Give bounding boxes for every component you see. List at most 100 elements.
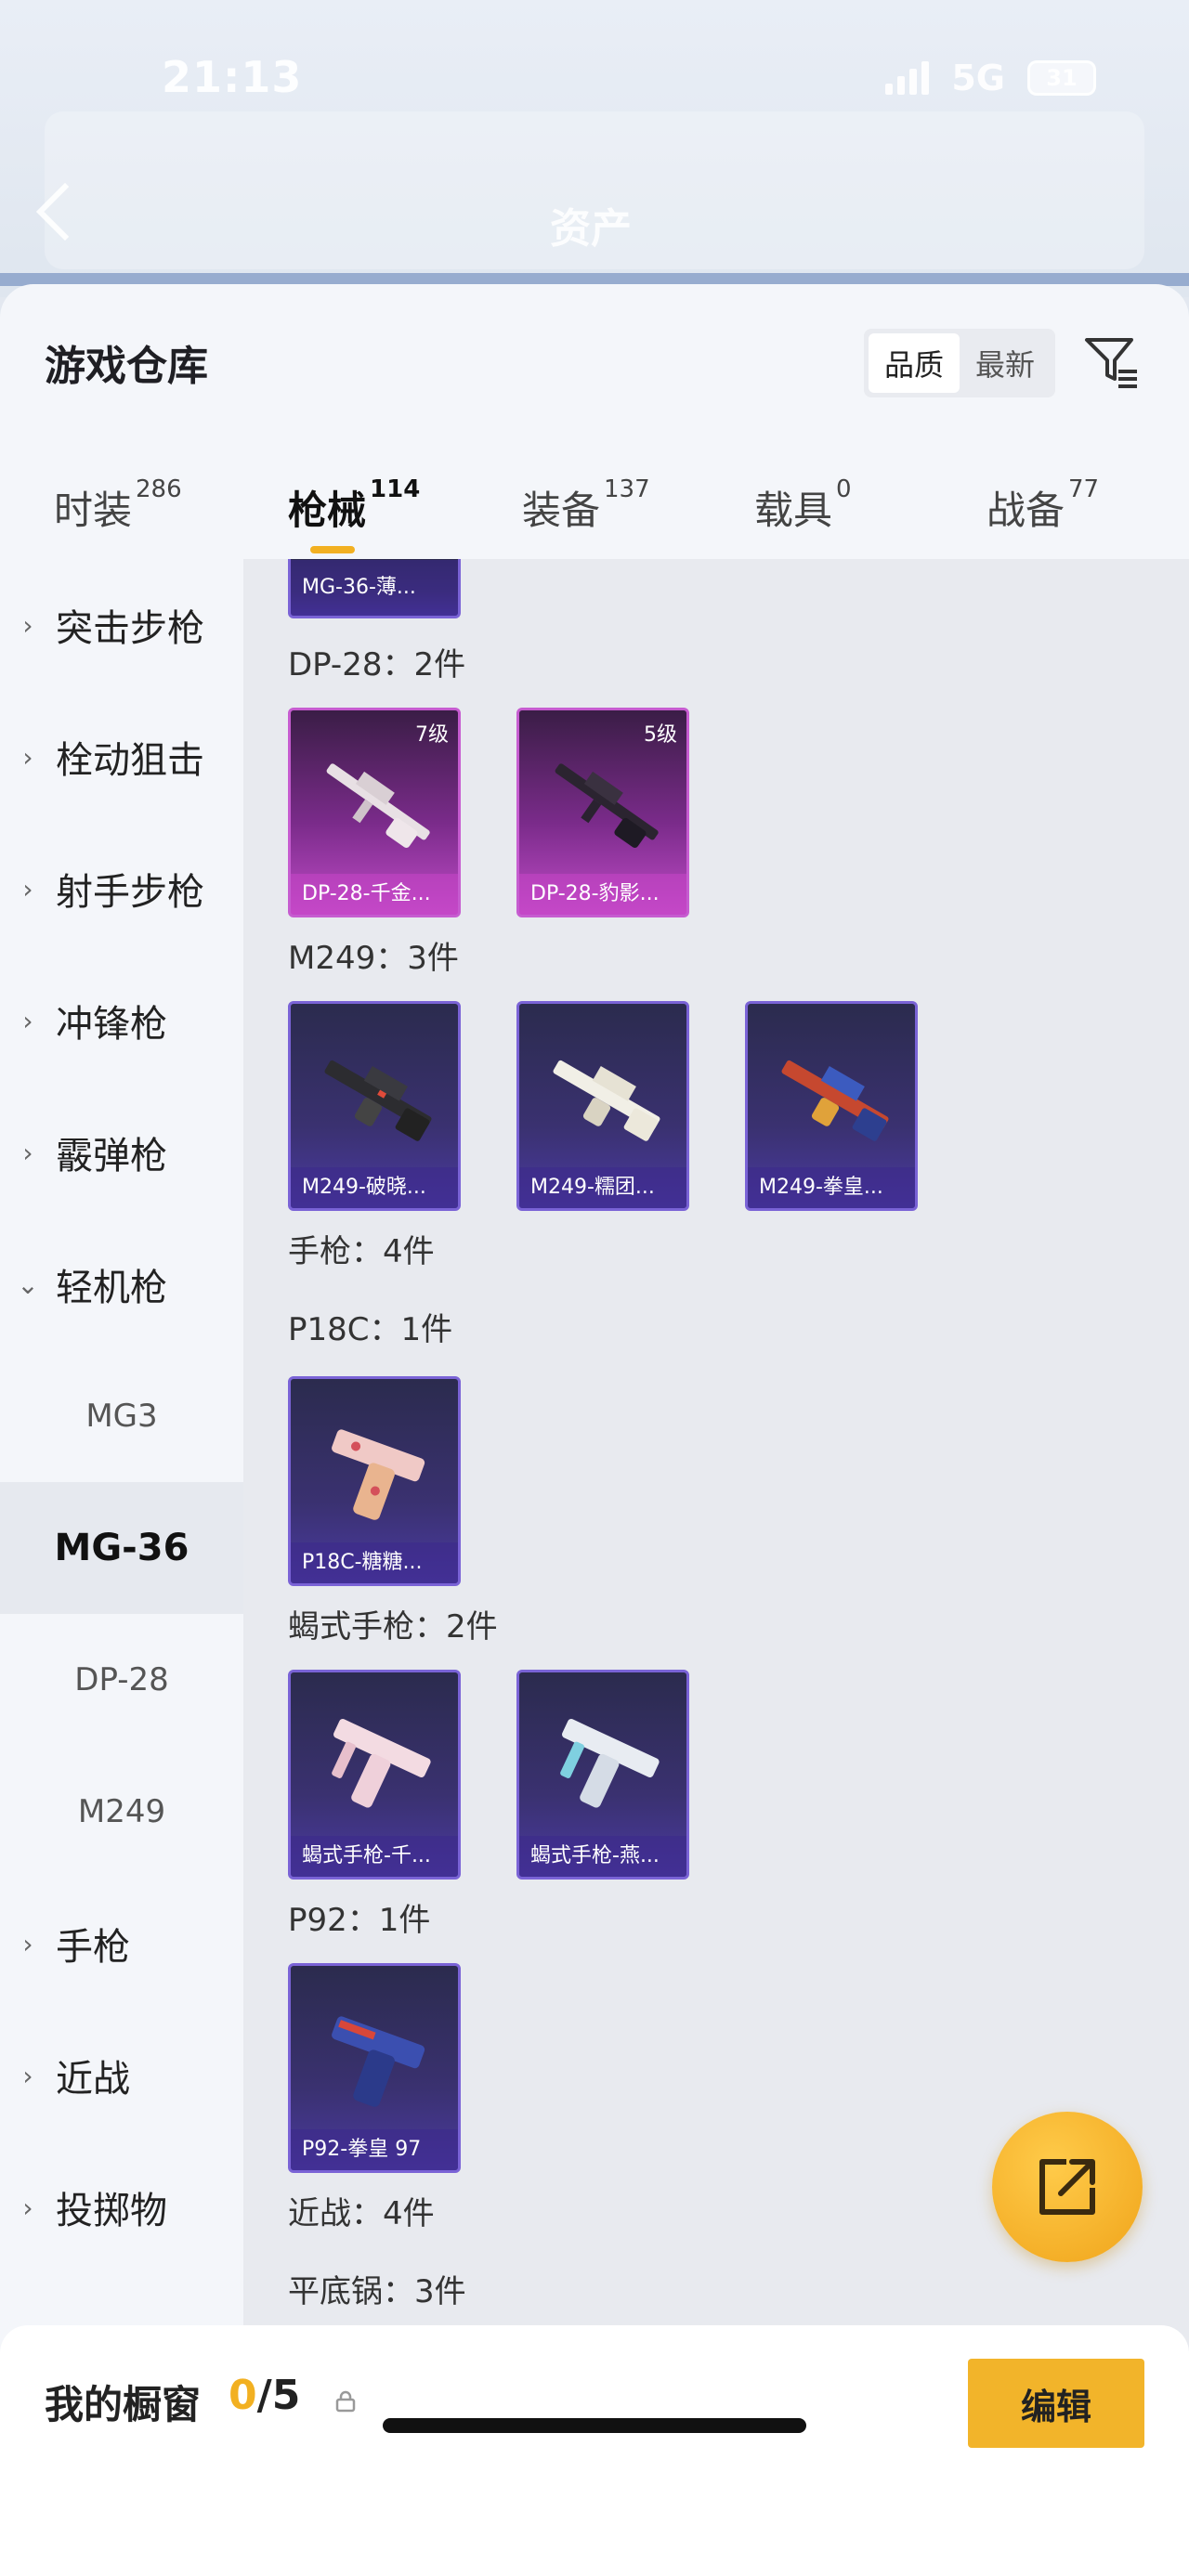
sidebar-item-label: M249	[77, 1793, 166, 1830]
tab-label: 时装	[54, 488, 133, 533]
weapon-card[interactable]: P92-拳皇 97	[288, 1963, 461, 2173]
tab-label: 载具	[754, 488, 833, 533]
battery-icon: 31	[1027, 60, 1096, 96]
weapon-card[interactable]: 蝎式手枪-燕...	[516, 1670, 689, 1880]
weapon-card[interactable]: 5级 DP-28-豹影...	[516, 708, 689, 917]
share-button[interactable]	[992, 2112, 1143, 2262]
weapon-card-name: 蝎式手枪-千...	[291, 1836, 458, 1877]
weapon-card[interactable]: M249-破晓...	[288, 1001, 461, 1211]
tab-firearms[interactable]: 枪械 114	[288, 475, 420, 553]
tab-label: 枪械	[288, 488, 367, 533]
group-label: 手枪：4件	[288, 1233, 435, 1270]
tab-count: 0	[836, 475, 852, 503]
sidebar-item-label: 冲锋枪	[56, 1003, 167, 1046]
chevron-right-icon: ›	[22, 609, 33, 641]
weapon-card-name: P92-拳皇 97	[291, 2129, 458, 2170]
edit-button[interactable]: 编辑	[968, 2359, 1144, 2448]
chevron-right-icon: ›	[22, 741, 33, 773]
tab-count: 137	[604, 475, 650, 503]
sidebar-item-label: DP-28	[74, 1661, 169, 1698]
chevron-right-icon: ›	[22, 1137, 33, 1168]
tab-count: 77	[1068, 475, 1100, 503]
sidebar-item-pistol[interactable]: › 手枪	[0, 1878, 243, 2010]
status-indicators: 5G 31	[885, 58, 1096, 98]
weapon-card[interactable]: P18C-糖糖...	[288, 1376, 461, 1586]
weapon-card[interactable]: M249-拳皇...	[745, 1001, 918, 1211]
sidebar-item-smg[interactable]: › 冲锋枪	[0, 955, 243, 1086]
weapon-type-sidebar: › 突击步枪 › 栓动狙击 › 射手步枪 › 冲锋枪 › 霰弹枪 ⌄ 轻机枪 MG3 MG-…	[0, 559, 243, 2576]
weapon-card[interactable]: MG-36-薄...	[288, 559, 461, 618]
filter-icon[interactable]	[1081, 332, 1141, 392]
sidebar-item-bolt-sniper[interactable]: › 栓动狙击	[0, 691, 243, 823]
tab-vehicles[interactable]: 载具 0	[754, 475, 852, 536]
weapon-card-name: DP-28-豹影...	[519, 874, 686, 915]
group-label: P92：1件	[288, 1902, 431, 1939]
m249-dark-icon	[324, 1060, 432, 1141]
weapon-card[interactable]: M249-糯团...	[516, 1001, 689, 1211]
group-label: 近战：4件	[288, 2195, 435, 2232]
showcase-bar: 我的橱窗 0/5 编辑	[0, 2325, 1189, 2576]
weapon-card-name: MG-36-薄...	[291, 560, 458, 616]
background-header: 21:13 5G 31 资产	[0, 0, 1189, 297]
sidebar-item-label: 霰弹枪	[56, 1135, 167, 1177]
sort-toggle[interactable]: 品质 最新	[864, 329, 1055, 397]
sidebar-item-shotgun[interactable]: › 霰弹枪	[0, 1086, 243, 1218]
sidebar-subitem-mg36[interactable]: MG-36	[0, 1482, 243, 1614]
lock-icon	[335, 2390, 356, 2413]
chevron-right-icon: ›	[22, 1005, 33, 1036]
smg-pink-icon	[332, 1719, 431, 1808]
chevron-right-icon: ›	[22, 1928, 33, 1959]
sidebar-item-lmg[interactable]: ⌄ 轻机枪	[0, 1218, 243, 1350]
chevron-right-icon: ›	[22, 2060, 33, 2091]
weapon-card[interactable]: 7级 DP-28-千金...	[288, 708, 461, 917]
tab-label: 战备	[986, 488, 1065, 533]
showcase-count: 0/5	[229, 2372, 300, 2419]
battery-level: 31	[1046, 65, 1078, 91]
sort-quality-option[interactable]: 品质	[869, 333, 960, 393]
tab-tactical[interactable]: 战备 77	[986, 475, 1099, 536]
sidebar-item-label: MG-36	[54, 1527, 189, 1569]
sidebar-item-label: 近战	[56, 2058, 130, 2101]
lmg-dark-icon	[555, 763, 659, 848]
sort-latest-option[interactable]: 最新	[960, 333, 1051, 393]
sidebar-item-throwable[interactable]: › 投掷物	[0, 2141, 243, 2273]
group-label: P18C：1件	[288, 1311, 453, 1348]
sidebar-item-melee[interactable]: › 近战	[0, 2010, 243, 2141]
home-indicator	[383, 2418, 806, 2433]
showcase-used-count: 0	[229, 2372, 257, 2419]
sidebar-item-label: 手枪	[56, 1926, 130, 1969]
warehouse-title: 游戏仓库	[45, 343, 208, 390]
weapon-card-name: M249-破晓...	[291, 1167, 458, 1208]
sidebar-item-label: 栓动狙击	[56, 739, 204, 782]
chevron-right-icon: ›	[22, 873, 33, 904]
category-tabs: 时装 286 枪械 114 装备 137 载具 0 战备 77	[0, 451, 1189, 553]
lmg-white-icon	[326, 763, 430, 848]
group-label: DP-28：2件	[288, 646, 466, 683]
network-label: 5G	[951, 58, 1005, 98]
tab-label: 装备	[522, 488, 601, 533]
chevron-down-icon: ⌄	[17, 1268, 39, 1300]
sidebar-item-marksman-rifle[interactable]: › 射手步枪	[0, 823, 243, 955]
m249-white-icon	[553, 1060, 660, 1141]
tab-count: 286	[136, 475, 182, 503]
group-label: 蝎式手枪：2件	[288, 1608, 498, 1646]
tab-fashion[interactable]: 时装 286	[54, 475, 182, 536]
tab-equipment[interactable]: 装备 137	[522, 475, 650, 536]
pistol-pink-icon	[332, 1429, 425, 1520]
page-title: 资产	[550, 205, 632, 253]
sidebar-subitem-dp28[interactable]: DP-28	[0, 1614, 243, 1746]
sidebar-item-label: 突击步枪	[56, 607, 204, 650]
showcase-label: 我的橱窗	[45, 2382, 202, 2427]
weapon-card[interactable]: 蝎式手枪-千...	[288, 1670, 461, 1880]
weapon-card-name: 蝎式手枪-燕...	[519, 1836, 686, 1877]
sidebar-item-label: 投掷物	[56, 2190, 167, 2232]
sidebar-subitem-m249[interactable]: M249	[0, 1746, 243, 1878]
tab-count: 114	[370, 475, 421, 503]
m249-red-icon	[781, 1060, 889, 1141]
status-time: 21:13	[162, 52, 303, 102]
sidebar-item-assault-rifle[interactable]: › 突击步枪	[0, 559, 243, 691]
sidebar-item-label: 射手步枪	[56, 871, 204, 914]
weapon-grid: MG-36-薄... DP-28：2件 7级 DP-28-千金... 5级 DP…	[243, 559, 1189, 2576]
weapon-card-name: M249-拳皇...	[748, 1167, 915, 1208]
sidebar-subitem-mg3[interactable]: MG3	[0, 1350, 243, 1482]
